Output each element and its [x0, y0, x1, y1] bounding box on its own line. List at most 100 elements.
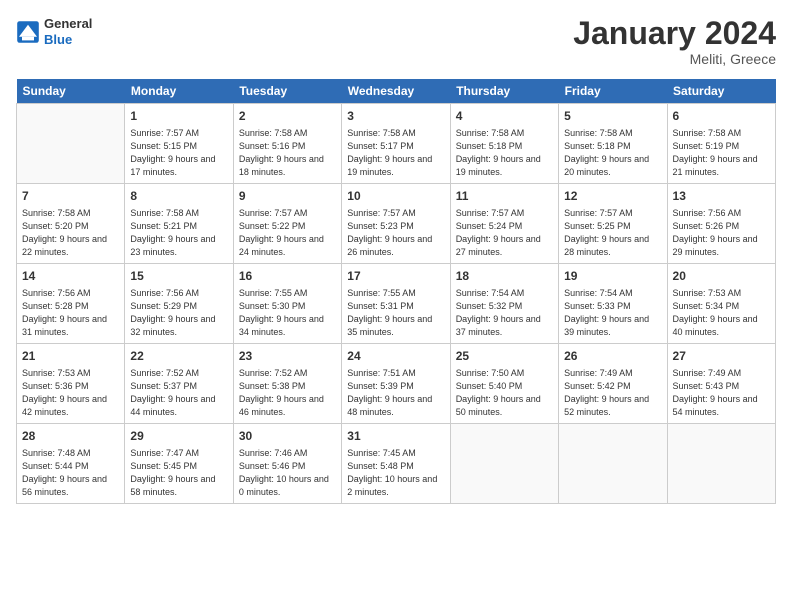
col-header-saturday: Saturday [667, 79, 775, 104]
day-number: 14 [22, 268, 119, 285]
day-info: Sunrise: 7:52 AM Sunset: 5:38 PM Dayligh… [239, 367, 336, 419]
day-info: Sunrise: 7:57 AM Sunset: 5:15 PM Dayligh… [130, 127, 227, 179]
calendar-cell: 27 Sunrise: 7:49 AM Sunset: 5:43 PM Dayli… [667, 344, 775, 424]
day-number: 31 [347, 428, 444, 445]
day-number: 2 [239, 108, 336, 125]
day-number: 10 [347, 188, 444, 205]
calendar-cell: 5Sunrise: 7:58 AM Sunset: 5:18 PM Daylig… [559, 104, 667, 184]
day-info: Sunrise: 7:57 AM Sunset: 5:23 PM Dayligh… [347, 207, 444, 259]
day-number: 6 [673, 108, 770, 125]
day-info: Sunrise: 7:56 AM Sunset: 5:28 PM Dayligh… [22, 287, 119, 339]
week-row-2: 7 Sunrise: 7:58 AM Sunset: 5:20 PM Daylig… [17, 184, 776, 264]
calendar-cell: 23 Sunrise: 7:52 AM Sunset: 5:38 PM Dayli… [233, 344, 341, 424]
col-header-monday: Monday [125, 79, 233, 104]
day-number: 7 [22, 188, 119, 205]
calendar-cell: 12Sunrise: 7:57 AM Sunset: 5:25 PM Dayli… [559, 184, 667, 264]
calendar-cell: 29 Sunrise: 7:47 AM Sunset: 5:45 PM Dayli… [125, 424, 233, 504]
day-number: 24 [347, 348, 444, 365]
day-number: 30 [239, 428, 336, 445]
day-info: Sunrise: 7:58 AM Sunset: 5:21 PM Dayligh… [130, 207, 227, 259]
day-info: Sunrise: 7:58 AM Sunset: 5:19 PM Dayligh… [673, 127, 770, 179]
calendar-cell: 7 Sunrise: 7:58 AM Sunset: 5:20 PM Daylig… [17, 184, 125, 264]
day-number: 28 [22, 428, 119, 445]
day-info: Sunrise: 7:58 AM Sunset: 5:18 PM Dayligh… [456, 127, 553, 179]
logo-line2: Blue [44, 32, 92, 48]
calendar-cell: 17 Sunrise: 7:55 AM Sunset: 5:31 PM Dayli… [342, 264, 450, 344]
col-header-friday: Friday [559, 79, 667, 104]
calendar-cell: 4 Sunrise: 7:58 AM Sunset: 5:18 PM Daylig… [450, 104, 558, 184]
calendar-cell: 24 Sunrise: 7:51 AM Sunset: 5:39 PM Dayli… [342, 344, 450, 424]
title-block: January 2024 Meliti, Greece [573, 16, 776, 67]
week-row-3: 14 Sunrise: 7:56 AM Sunset: 5:28 PM Dayli… [17, 264, 776, 344]
calendar-cell: 15 Sunrise: 7:56 AM Sunset: 5:29 PM Dayli… [125, 264, 233, 344]
day-info: Sunrise: 7:55 AM Sunset: 5:30 PM Dayligh… [239, 287, 336, 339]
col-header-tuesday: Tuesday [233, 79, 341, 104]
calendar-cell: 10 Sunrise: 7:57 AM Sunset: 5:23 PM Dayli… [342, 184, 450, 264]
calendar-cell: 18 Sunrise: 7:54 AM Sunset: 5:32 PM Dayli… [450, 264, 558, 344]
calendar-cell: 22Sunrise: 7:52 AM Sunset: 5:37 PM Dayli… [125, 344, 233, 424]
calendar-cell [667, 424, 775, 504]
col-header-wednesday: Wednesday [342, 79, 450, 104]
day-info: Sunrise: 7:55 AM Sunset: 5:31 PM Dayligh… [347, 287, 444, 339]
day-number: 29 [130, 428, 227, 445]
location: Meliti, Greece [573, 51, 776, 67]
calendar-cell: 1 Sunrise: 7:57 AM Sunset: 5:15 PM Daylig… [125, 104, 233, 184]
calendar-cell: 11Sunrise: 7:57 AM Sunset: 5:24 PM Dayli… [450, 184, 558, 264]
day-number: 9 [239, 188, 336, 205]
day-number: 18 [456, 268, 553, 285]
calendar-cell: 30Sunrise: 7:46 AM Sunset: 5:46 PM Dayli… [233, 424, 341, 504]
week-row-5: 28 Sunrise: 7:48 AM Sunset: 5:44 PM Dayli… [17, 424, 776, 504]
day-number: 15 [130, 268, 227, 285]
day-number: 27 [673, 348, 770, 365]
day-info: Sunrise: 7:58 AM Sunset: 5:17 PM Dayligh… [347, 127, 444, 179]
day-number: 5 [564, 108, 661, 125]
day-number: 4 [456, 108, 553, 125]
calendar-cell: 6 Sunrise: 7:58 AM Sunset: 5:19 PM Daylig… [667, 104, 775, 184]
day-number: 23 [239, 348, 336, 365]
day-info: Sunrise: 7:53 AM Sunset: 5:34 PM Dayligh… [673, 287, 770, 339]
calendar-cell: 8 Sunrise: 7:58 AM Sunset: 5:21 PM Daylig… [125, 184, 233, 264]
calendar-cell: 25 Sunrise: 7:50 AM Sunset: 5:40 PM Dayli… [450, 344, 558, 424]
day-info: Sunrise: 7:49 AM Sunset: 5:43 PM Dayligh… [673, 367, 770, 419]
day-info: Sunrise: 7:48 AM Sunset: 5:44 PM Dayligh… [22, 447, 119, 499]
day-info: Sunrise: 7:47 AM Sunset: 5:45 PM Dayligh… [130, 447, 227, 499]
day-info: Sunrise: 7:45 AM Sunset: 5:48 PM Dayligh… [347, 447, 444, 499]
day-number: 20 [673, 268, 770, 285]
logo-line1: General [44, 16, 92, 32]
calendar-cell [450, 424, 558, 504]
day-info: Sunrise: 7:54 AM Sunset: 5:33 PM Dayligh… [564, 287, 661, 339]
header: General Blue January 2024 Meliti, Greece [16, 16, 776, 67]
day-number: 17 [347, 268, 444, 285]
calendar-cell: 13Sunrise: 7:56 AM Sunset: 5:26 PM Dayli… [667, 184, 775, 264]
day-number: 3 [347, 108, 444, 125]
day-info: Sunrise: 7:58 AM Sunset: 5:20 PM Dayligh… [22, 207, 119, 259]
calendar-page: General Blue January 2024 Meliti, Greece… [0, 0, 792, 612]
day-info: Sunrise: 7:57 AM Sunset: 5:25 PM Dayligh… [564, 207, 661, 259]
calendar-cell: 2 Sunrise: 7:58 AM Sunset: 5:16 PM Daylig… [233, 104, 341, 184]
calendar-cell [17, 104, 125, 184]
calendar-table: SundayMondayTuesdayWednesdayThursdayFrid… [16, 79, 776, 504]
day-info: Sunrise: 7:56 AM Sunset: 5:29 PM Dayligh… [130, 287, 227, 339]
day-number: 26 [564, 348, 661, 365]
day-number: 19 [564, 268, 661, 285]
day-number: 8 [130, 188, 227, 205]
day-number: 25 [456, 348, 553, 365]
day-info: Sunrise: 7:50 AM Sunset: 5:40 PM Dayligh… [456, 367, 553, 419]
day-number: 1 [130, 108, 227, 125]
calendar-cell [559, 424, 667, 504]
calendar-cell: 9Sunrise: 7:57 AM Sunset: 5:22 PM Daylig… [233, 184, 341, 264]
day-number: 21 [22, 348, 119, 365]
calendar-cell: 14 Sunrise: 7:56 AM Sunset: 5:28 PM Dayli… [17, 264, 125, 344]
day-info: Sunrise: 7:53 AM Sunset: 5:36 PM Dayligh… [22, 367, 119, 419]
calendar-cell: 20 Sunrise: 7:53 AM Sunset: 5:34 PM Dayli… [667, 264, 775, 344]
day-info: Sunrise: 7:58 AM Sunset: 5:16 PM Dayligh… [239, 127, 336, 179]
calendar-cell: 31 Sunrise: 7:45 AM Sunset: 5:48 PM Dayli… [342, 424, 450, 504]
col-header-sunday: Sunday [17, 79, 125, 104]
calendar-cell: 16Sunrise: 7:55 AM Sunset: 5:30 PM Dayli… [233, 264, 341, 344]
calendar-cell: 3 Sunrise: 7:58 AM Sunset: 5:17 PM Daylig… [342, 104, 450, 184]
day-info: Sunrise: 7:54 AM Sunset: 5:32 PM Dayligh… [456, 287, 553, 339]
calendar-cell: 19 Sunrise: 7:54 AM Sunset: 5:33 PM Dayli… [559, 264, 667, 344]
day-info: Sunrise: 7:51 AM Sunset: 5:39 PM Dayligh… [347, 367, 444, 419]
calendar-cell: 26Sunrise: 7:49 AM Sunset: 5:42 PM Dayli… [559, 344, 667, 424]
day-info: Sunrise: 7:56 AM Sunset: 5:26 PM Dayligh… [673, 207, 770, 259]
